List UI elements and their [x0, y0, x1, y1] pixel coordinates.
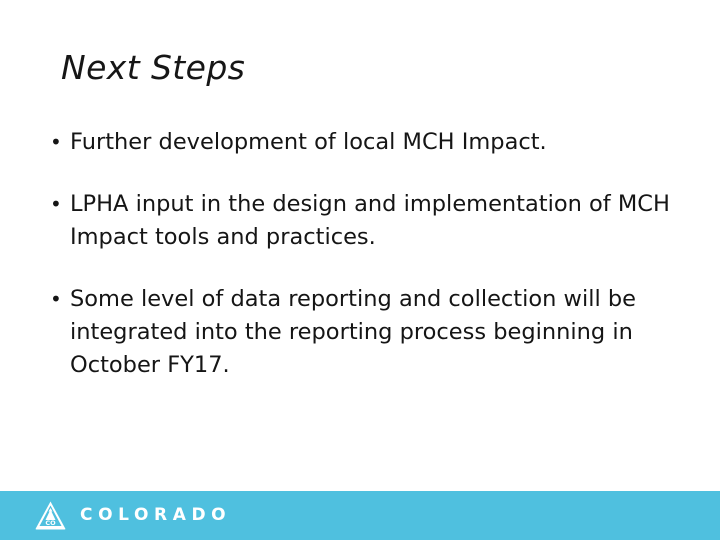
colorado-wordmark: COLORADO	[80, 505, 232, 525]
bullet-point-icon: •	[50, 287, 62, 311]
svg-text:CO: CO	[45, 519, 56, 527]
footer-bar: CO COLORADO	[0, 491, 720, 540]
slide: Next Steps • Further development of loca…	[0, 0, 720, 540]
page-title: Next Steps	[61, 48, 246, 87]
list-item-text: Further development of local MCH Impact.	[70, 129, 547, 155]
list-item: • LPHA input in the design and implement…	[50, 188, 670, 254]
bullet-list: • Further development of local MCH Impac…	[50, 126, 670, 382]
list-item: • Some level of data reporting and colle…	[50, 283, 670, 382]
list-item-text: Some level of data reporting and collect…	[70, 286, 636, 378]
list-item: • Further development of local MCH Impac…	[50, 126, 670, 159]
colorado-mountain-triangle-icon: CO	[35, 501, 66, 530]
bullet-point-icon: •	[50, 192, 62, 216]
colorado-logo: CO COLORADO	[35, 501, 231, 530]
bullet-point-icon: •	[50, 130, 62, 154]
list-item-text: LPHA input in the design and implementat…	[70, 191, 670, 250]
